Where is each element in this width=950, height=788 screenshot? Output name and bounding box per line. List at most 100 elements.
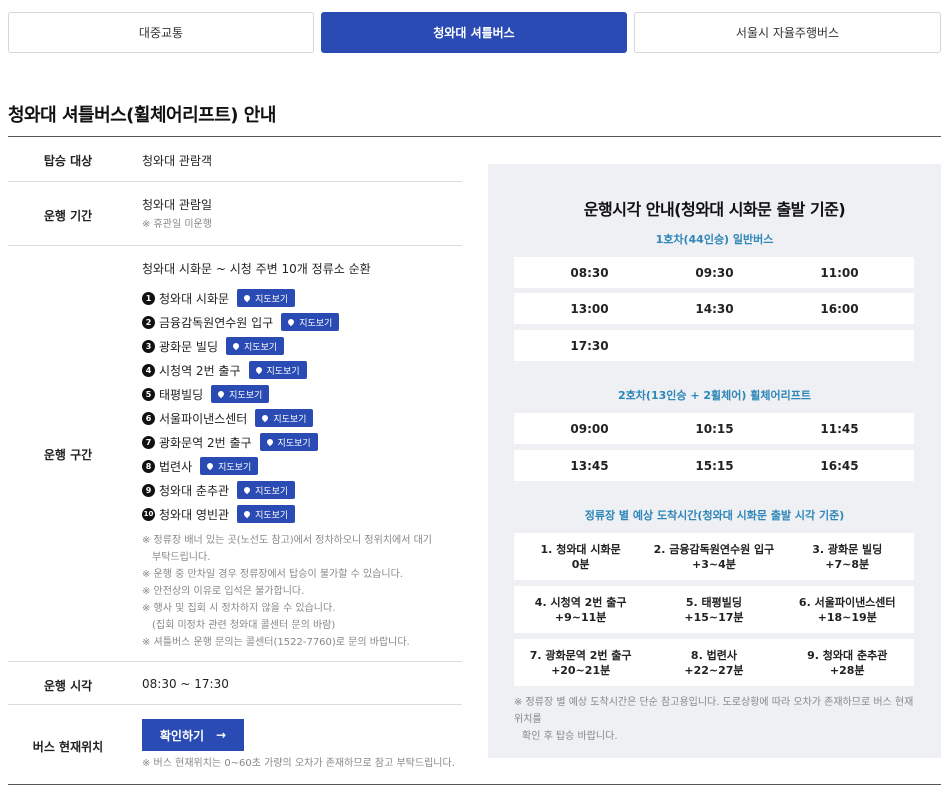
table-row: 13:45 15:15 16:45 — [514, 450, 914, 481]
stop-number: 6 — [142, 411, 155, 425]
time-cell: 11:45 — [820, 421, 859, 436]
list-item: 4 시청역 2번 출구 지도보기 — [142, 358, 462, 382]
time-cell: 16:00 — [820, 301, 859, 316]
row-value-target: 청와대 관람객 — [142, 154, 213, 168]
time-cell: 15:15 — [695, 458, 734, 473]
time-cell: 14:30 — [695, 301, 734, 316]
time-cell: 13:00 — [570, 301, 609, 316]
map-view-label: 지도보기 — [266, 366, 300, 377]
stop-name: 시청역 2번 출구 — [159, 363, 241, 378]
confirm-button-label: 확인하기 — [159, 728, 205, 743]
map-view-button[interactable]: 지도보기 — [226, 337, 285, 355]
list-item: 1 청와대 시화문 지도보기 — [142, 286, 462, 310]
tab-shuttle-bus[interactable]: 청와대 셔틀버스 — [321, 12, 627, 53]
stop-number: 4 — [142, 363, 155, 377]
stop-name: 태평빌딩 — [159, 387, 204, 402]
tab-public-transport[interactable]: 대중교통 — [8, 12, 314, 53]
stop-name: 서울파이낸스센터 — [159, 411, 248, 426]
arrival-time: +20~21분 — [551, 663, 611, 677]
page-title: 청와대 셔틀버스(휠체어리프트) 안내 — [8, 105, 276, 126]
arrival-cell: 2. 금융감독원연수원 입구 +3~4분 — [647, 542, 780, 572]
table-row: 4. 시청역 2번 출구 +9~11분 5. 태평빌딩 +15~17분 6. 서울파… — [514, 586, 914, 633]
map-view-button[interactable]: 지도보기 — [237, 481, 296, 499]
arrival-title: 정류장 별 예상 도착시간(청와대 시화문 출발 시각 기준) — [584, 509, 845, 522]
arrival-cell: 8. 법련사 +22~27분 — [647, 648, 780, 678]
map-view-button[interactable]: 지도보기 — [237, 505, 296, 523]
stop-name: 3. 광화문 빌딩 — [812, 542, 883, 556]
stop-name: 광화문역 2번 출구 — [159, 435, 252, 450]
list-item: 7 광화문역 2번 출구 지도보기 — [142, 430, 462, 454]
period-value: 청와대 관람일 — [142, 198, 213, 212]
stop-name: 2. 금융감독원연수원 입구 — [653, 542, 775, 556]
list-item: 2 금융감독원연수원 입구 지도보기 — [142, 310, 462, 334]
table-row: 1. 청와대 시화문 0분 2. 금융감독원연수원 입구 +3~4분 3. 광화문 … — [514, 533, 914, 580]
location-pin-icon — [265, 437, 274, 447]
stop-number: 7 — [142, 435, 155, 449]
map-view-button[interactable]: 지도보기 — [237, 289, 296, 307]
time-cell: 13:45 — [570, 458, 609, 473]
location-pin-icon — [286, 317, 296, 327]
bottom-divider — [8, 784, 941, 785]
bus2-title: 2호차(13인승 + 2휠체어) 휠체어리프트 — [618, 389, 811, 402]
schedule-panel: 운행시각 안내(청와대 시화문 출발 기준) 1호차(44인승) 일반버스 08… — [488, 164, 941, 758]
time-cell: 08:30 — [570, 265, 609, 280]
stop-name: 5. 태평빌딩 — [685, 595, 743, 609]
arrival-time: +18~19분 — [817, 610, 877, 624]
confirm-location-button[interactable]: 확인하기 → — [142, 719, 244, 751]
map-view-button[interactable]: 지도보기 — [255, 409, 314, 427]
arrival-time: +3~4분 — [692, 557, 736, 571]
table-row: 17:30 — [514, 330, 914, 361]
map-view-button[interactable]: 지도보기 — [211, 385, 270, 403]
stop-name: 1. 청와대 시화문 — [540, 542, 621, 556]
row-hours: 운행 시각 08:30 ~ 17:30 — [8, 662, 462, 705]
time-cell: 09:00 — [570, 421, 609, 436]
row-label-period: 운행 기간 — [43, 209, 93, 223]
location-pin-icon — [205, 461, 215, 471]
row-target: 탑승 대상 청와대 관람객 — [8, 137, 462, 182]
route-note: ※ 셔틀버스 운행 문의는 콜센터(1522-7760)로 문의 바랍니다. — [142, 637, 410, 648]
map-view-button[interactable]: 지도보기 — [281, 313, 340, 331]
schedule-title: 운행시각 안내(청와대 시화문 출발 기준) — [583, 200, 846, 219]
stop-number: 10 — [142, 507, 155, 521]
map-view-label: 지도보기 — [255, 510, 289, 521]
arrival-time: 0분 — [571, 557, 590, 571]
stop-name: 8. 법련사 — [690, 648, 737, 662]
arrival-cell: 3. 광화문 빌딩 +7~8분 — [781, 542, 914, 572]
route-note: ※ 행사 및 집회 시 정차하지 않을 수 있습니다. — [142, 603, 336, 614]
arrival-time: +28분 — [829, 663, 865, 677]
route-note: ※ 안전상의 이유로 입석은 불가합니다. — [142, 586, 305, 597]
map-view-label: 지도보기 — [255, 486, 289, 497]
time-cell: 11:00 — [820, 265, 859, 280]
arrival-cell: 7. 광화문역 2번 출구 +20~21분 — [514, 648, 647, 678]
row-label-route: 운행 구간 — [43, 448, 93, 462]
route-note: (집회 미정차 관련 청와대 콜센터 문의 바람) — [152, 620, 336, 631]
location-pin-icon — [242, 509, 252, 519]
arrival-note-line: ※ 정류장 별 예상 도착시간은 단순 참고용입니다. 도로상황에 따라 오차가… — [514, 697, 914, 725]
stop-name: 9. 청와대 춘추관 — [807, 648, 888, 662]
table-row: 08:30 09:30 11:00 — [514, 257, 914, 288]
row-label-location: 버스 현재위치 — [32, 740, 104, 754]
row-label-hours: 운행 시각 — [43, 679, 93, 693]
list-item: 5 태평빌딩 지도보기 — [142, 382, 462, 406]
route-note: ※ 정류장 배너 있는 곳(노선도 참고)에서 정차하오니 정위치에서 대기 — [142, 535, 433, 546]
arrival-time: +7~8분 — [825, 557, 870, 571]
arrival-cell: 1. 청와대 시화문 0분 — [514, 542, 647, 572]
stop-number: 5 — [142, 387, 155, 401]
map-view-button[interactable]: 지도보기 — [200, 457, 259, 475]
route-body: 청와대 시화문 ~ 시청 주변 10개 정류소 순환 1 청와대 시화문 지도보… — [142, 260, 462, 651]
map-view-label: 지도보기 — [277, 438, 311, 449]
time-cell: 09:30 — [695, 265, 734, 280]
map-view-button[interactable]: 지도보기 — [248, 361, 307, 379]
stop-number: 9 — [142, 483, 155, 497]
location-body: 확인하기 → ※ 버스 현재위치는 0~60초 가량의 오차가 존재하므로 참고… — [142, 719, 462, 772]
stop-name: 청와대 춘추관 — [159, 483, 230, 498]
location-pin-icon — [216, 389, 226, 399]
table-row: 7. 광화문역 2번 출구 +20~21분 8. 법련사 +22~27분 9. 청와… — [514, 639, 914, 686]
row-value-hours: 08:30 ~ 17:30 — [142, 677, 229, 691]
map-view-button[interactable]: 지도보기 — [259, 433, 318, 451]
route-notes: ※ 정류장 배너 있는 곳(노선도 참고)에서 정차하오니 정위치에서 대기 부… — [142, 532, 462, 651]
list-item: 9 청와대 춘추관 지도보기 — [142, 478, 462, 502]
row-location: 버스 현재위치 확인하기 → ※ 버스 현재위치는 0~60초 가량의 오차가 … — [8, 705, 462, 784]
stop-number: 1 — [142, 291, 155, 305]
tab-autonomous-bus[interactable]: 서울시 자율주행버스 — [634, 12, 941, 53]
